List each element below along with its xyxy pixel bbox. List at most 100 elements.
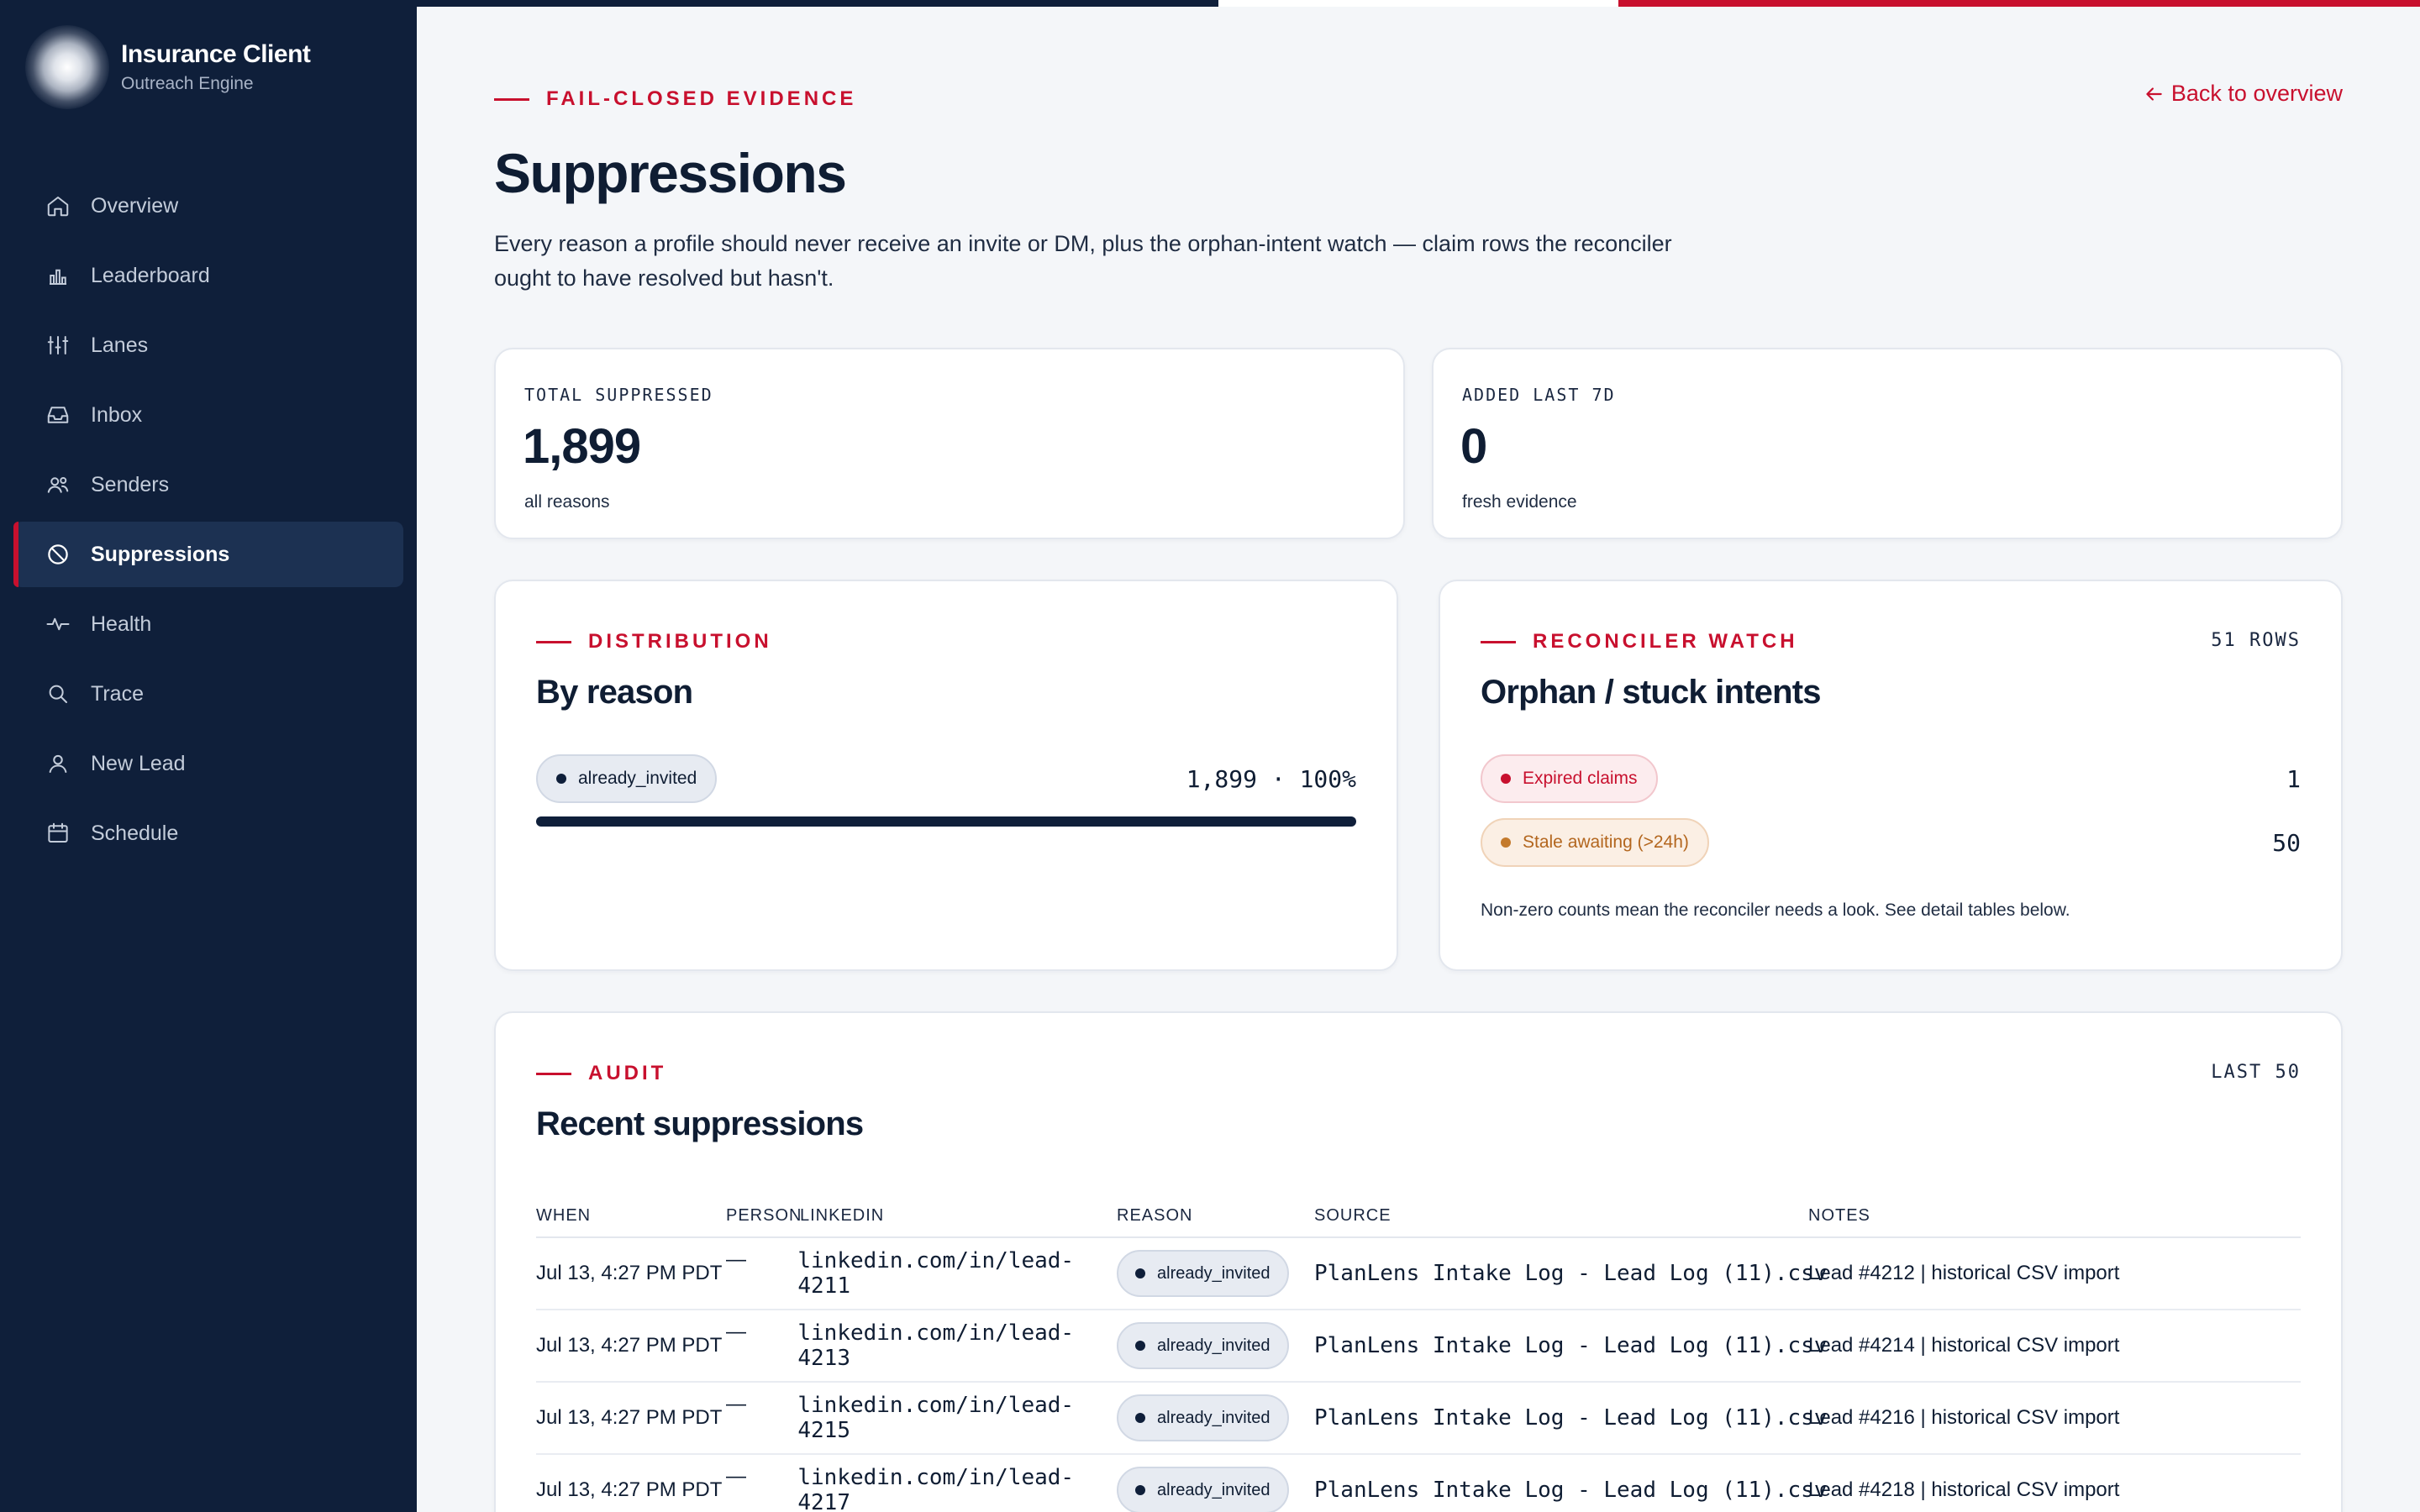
column-header-notes: NOTES xyxy=(1808,1205,1870,1225)
section-title: Orphan / stuck intents xyxy=(1481,674,1821,711)
back-to-overview-link[interactable]: Back to overview xyxy=(2143,81,2343,107)
distribution-bar-track xyxy=(536,816,1356,827)
section-eyebrow-text: RECONCILER WATCH xyxy=(1533,630,1798,653)
brand-subtitle: Outreach Engine xyxy=(121,74,254,93)
cell-person-linkedin: — linkedin.com/in/lead-4217 xyxy=(726,1465,1117,1512)
reason-pill: already_invited xyxy=(1117,1467,1289,1512)
reason-pill-label: already_invited xyxy=(578,769,697,788)
sidebar-item-new-lead[interactable]: New Lead xyxy=(13,731,403,796)
stale-awaiting-count: 50 xyxy=(2272,828,2301,857)
stat-sub: all reasons xyxy=(524,492,610,512)
stat-sub: fresh evidence xyxy=(1462,492,1577,512)
brand-title: Insurance Client xyxy=(121,40,311,68)
sidebar-item-leaderboard[interactable]: Leaderboard xyxy=(13,243,403,308)
reconciler-card: RECONCILER WATCH 51 ROWS Orphan / stuck … xyxy=(1439,580,2343,971)
cell-notes: Lead #4214 | historical CSV import xyxy=(1808,1334,2120,1357)
dot-icon xyxy=(1501,774,1511,784)
sidebar-item-label: Health xyxy=(91,612,152,636)
column-header-source: SOURCE xyxy=(1314,1205,1392,1225)
cell-person: — xyxy=(726,1465,746,1488)
section-eyebrow: DISTRIBUTION xyxy=(536,630,772,654)
stripe-red xyxy=(1618,0,2420,7)
brand-text: Insurance Client Outreach Engine xyxy=(121,40,311,94)
cell-person: — xyxy=(726,1248,746,1271)
cell-linkedin-link[interactable]: linkedin.com/in/lead-4213 xyxy=(797,1320,1117,1371)
pulse-icon xyxy=(45,612,71,637)
cell-source: PlanLens Intake Log - Lead Log (11).csv xyxy=(1314,1405,1828,1431)
cell-person-linkedin: — linkedin.com/in/lead-4211 xyxy=(726,1248,1117,1299)
sidebar: Insurance Client Outreach Engine Overvie… xyxy=(0,0,417,1512)
table-row[interactable]: Jul 13, 4:27 PM PDT — linkedin.com/in/le… xyxy=(536,1238,2301,1310)
dot-icon xyxy=(1501,837,1511,848)
brand[interactable]: Insurance Client Outreach Engine xyxy=(25,25,311,109)
pill-label: Expired claims xyxy=(1523,769,1638,788)
dot-icon xyxy=(1135,1268,1145,1278)
table-row[interactable]: Jul 13, 4:27 PM PDT — linkedin.com/in/le… xyxy=(536,1310,2301,1383)
dot-icon xyxy=(1135,1413,1145,1423)
reason-pill: already_invited xyxy=(1117,1250,1289,1297)
sidebar-item-lanes[interactable]: Lanes xyxy=(13,312,403,378)
stat-card-total-suppressed: TOTAL SUPPRESSED 1,899 all reasons xyxy=(494,348,1405,539)
page-description: Every reason a profile should never rece… xyxy=(494,231,1672,291)
users-icon xyxy=(45,472,71,497)
reason-pill-label: already_invited xyxy=(1157,1408,1270,1427)
sidebar-item-trace[interactable]: Trace xyxy=(13,661,403,727)
sidebar-item-label: Schedule xyxy=(91,821,179,845)
cell-linkedin-link[interactable]: linkedin.com/in/lead-4211 xyxy=(797,1248,1117,1299)
table-row[interactable]: Jul 13, 4:27 PM PDT — linkedin.com/in/le… xyxy=(536,1383,2301,1455)
expired-claims-pill[interactable]: Expired claims xyxy=(1481,754,1658,803)
cell-source: PlanLens Intake Log - Lead Log (11).csv xyxy=(1314,1478,1828,1503)
user-icon xyxy=(45,751,71,776)
reconciler-row-stale: Stale awaiting (>24h) 50 xyxy=(1481,818,2301,867)
dot-icon xyxy=(1135,1341,1145,1351)
reconciler-note: Non-zero counts mean the reconciler need… xyxy=(1481,900,2070,920)
sidebar-item-overview[interactable]: Overview xyxy=(13,173,403,239)
column-header-person-linkedin: PERSON LINKEDIN xyxy=(726,1206,1117,1226)
column-header-when: WHEN xyxy=(536,1205,592,1225)
reason-pill: already_invited xyxy=(1117,1322,1289,1369)
section-eyebrow: AUDIT xyxy=(536,1062,666,1085)
cell-person: — xyxy=(726,1393,746,1415)
reason-pill-label: already_invited xyxy=(1157,1336,1270,1355)
cell-source: PlanLens Intake Log - Lead Log (11).csv xyxy=(1314,1261,1828,1286)
cell-when: Jul 13, 4:27 PM PDT xyxy=(536,1334,723,1357)
distribution-card: DISTRIBUTION By reason already_invited 1… xyxy=(494,580,1398,971)
rows-count: 51 ROWS xyxy=(2211,630,2301,651)
audit-card: AUDIT LAST 50 Recent suppressions WHEN P… xyxy=(494,1011,2343,1512)
sidebar-item-label: Inbox xyxy=(91,402,143,427)
sidebar-item-label: Lanes xyxy=(91,333,149,357)
table-row[interactable]: Jul 13, 4:27 PM PDT — linkedin.com/in/le… xyxy=(536,1455,2301,1512)
reason-pill[interactable]: already_invited xyxy=(536,754,718,803)
back-link-label: Back to overview xyxy=(2170,81,2343,106)
section-eyebrow: RECONCILER WATCH xyxy=(1481,630,1798,654)
sidebar-item-health[interactable]: Health xyxy=(13,591,403,657)
dot-icon xyxy=(556,774,566,784)
column-header-person: PERSON xyxy=(726,1205,802,1225)
page-eyebrow-text: FAIL-CLOSED EVIDENCE xyxy=(546,87,857,110)
section-eyebrow-text: DISTRIBUTION xyxy=(588,630,772,653)
cell-notes: Lead #4212 | historical CSV import xyxy=(1808,1262,2120,1284)
sidebar-item-senders[interactable]: Senders xyxy=(13,452,403,517)
cell-linkedin-link[interactable]: linkedin.com/in/lead-4215 xyxy=(797,1393,1117,1443)
column-header-reason: REASON xyxy=(1117,1205,1193,1225)
cell-notes: Lead #4218 | historical CSV import xyxy=(1808,1478,2120,1501)
page-title: Suppressions xyxy=(494,142,847,204)
stat-label: ADDED LAST 7D xyxy=(1462,385,1616,405)
sidebar-item-schedule[interactable]: Schedule xyxy=(13,801,403,866)
eyebrow-dash xyxy=(494,97,529,101)
stat-label: TOTAL SUPPRESSED xyxy=(524,385,713,405)
brand-avatar xyxy=(25,25,109,109)
sidebar-item-label: Leaderboard xyxy=(91,263,210,287)
sidebar-item-suppressions[interactable]: Suppressions xyxy=(13,522,403,587)
pill-label: Stale awaiting (>24h) xyxy=(1523,832,1689,852)
inbox-icon xyxy=(45,402,71,428)
reason-pill-label: already_invited xyxy=(1157,1480,1270,1499)
cell-person: — xyxy=(726,1320,746,1343)
cell-linkedin-link[interactable]: linkedin.com/in/lead-4217 xyxy=(797,1465,1117,1512)
reconciler-row-expired: Expired claims 1 xyxy=(1481,754,2301,803)
expired-claims-count: 1 xyxy=(2286,764,2301,793)
stale-awaiting-pill[interactable]: Stale awaiting (>24h) xyxy=(1481,818,1709,867)
sidebar-item-label: Trace xyxy=(91,681,144,706)
sidebar-item-inbox[interactable]: Inbox xyxy=(13,382,403,448)
cell-reason: already_invited xyxy=(1117,1250,1314,1297)
